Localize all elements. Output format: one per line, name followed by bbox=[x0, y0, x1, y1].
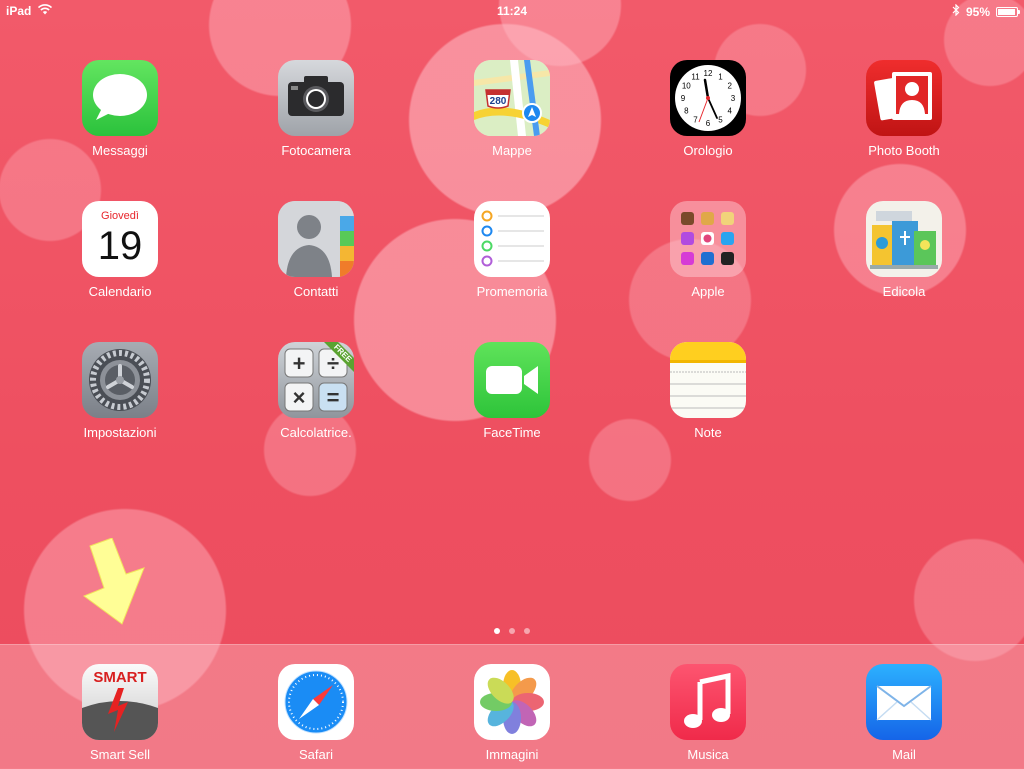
clock-number: 5 bbox=[718, 116, 723, 125]
app-calendario[interactable]: Giovedì 19 Calendario bbox=[60, 201, 180, 299]
smart-sell-icon: SMART bbox=[82, 664, 158, 740]
clock-number: 2 bbox=[727, 82, 732, 91]
app-orologio[interactable]: 12 1 2 3 4 5 6 7 8 9 10 11 Orologio bbox=[648, 60, 768, 158]
page-dot[interactable] bbox=[494, 628, 500, 634]
mail-envelope-icon bbox=[866, 664, 942, 740]
app-label: Mappe bbox=[492, 143, 532, 158]
app-label: Impostazioni bbox=[83, 425, 157, 440]
clock-number: 6 bbox=[706, 119, 711, 128]
app-label: Calendario bbox=[88, 284, 152, 299]
app-edicola[interactable]: Edicola bbox=[844, 201, 964, 299]
status-bar: iPad 11:24 95% bbox=[0, 0, 1024, 20]
camera-icon bbox=[278, 60, 354, 136]
messages-icon bbox=[82, 60, 158, 136]
maps-route-label: 280 bbox=[490, 96, 507, 107]
app-label: Messaggi bbox=[92, 143, 148, 158]
arrow-down-left-icon bbox=[82, 537, 154, 633]
app-label: Orologio bbox=[683, 143, 733, 158]
clock-number: 3 bbox=[731, 94, 736, 103]
page-dot[interactable] bbox=[524, 628, 530, 634]
clock-number: 4 bbox=[727, 107, 732, 116]
calendar-day-number: 19 bbox=[97, 224, 143, 268]
app-musica[interactable]: Musica bbox=[648, 664, 768, 762]
clock-icon: 12 1 2 3 4 5 6 7 8 9 10 11 bbox=[670, 60, 746, 136]
maps-icon: 280 bbox=[474, 60, 550, 136]
photo-booth-icon bbox=[866, 60, 942, 136]
clock-number: 10 bbox=[682, 82, 691, 91]
safari-compass-icon bbox=[278, 664, 354, 740]
clock-number: 12 bbox=[704, 69, 713, 78]
app-mail[interactable]: Mail bbox=[844, 664, 964, 762]
music-note-icon bbox=[670, 664, 746, 740]
svg-text:=: = bbox=[327, 385, 340, 410]
reminders-icon bbox=[474, 201, 550, 277]
settings-gear-icon bbox=[82, 342, 158, 418]
app-impostazioni[interactable]: Impostazioni bbox=[60, 342, 180, 440]
battery-fill bbox=[998, 8, 1015, 15]
app-smart-sell[interactable]: SMART Smart Sell bbox=[60, 664, 180, 762]
app-label: Safari bbox=[299, 747, 333, 762]
svg-text:×: × bbox=[293, 385, 306, 410]
clock-number: 11 bbox=[691, 72, 700, 81]
app-photo-booth[interactable]: Photo Booth bbox=[844, 60, 964, 158]
app-immagini[interactable]: Immagini bbox=[452, 664, 572, 762]
page-dot[interactable] bbox=[509, 628, 515, 634]
app-contatti[interactable]: Contatti bbox=[256, 201, 376, 299]
app-label: Contatti bbox=[293, 284, 339, 299]
bluetooth-icon bbox=[952, 3, 960, 19]
app-calcolatrice[interactable]: + ÷ × = FREE Calcolatrice. bbox=[256, 342, 376, 440]
contacts-icon bbox=[278, 201, 354, 277]
app-fotocamera[interactable]: Fotocamera bbox=[256, 60, 376, 158]
calendar-day-name: Giovedì bbox=[101, 210, 139, 222]
app-label: FaceTime bbox=[483, 425, 541, 440]
photos-icon bbox=[474, 664, 550, 740]
notes-icon bbox=[670, 342, 746, 418]
app-safari[interactable]: Safari bbox=[256, 664, 376, 762]
app-mappe[interactable]: 280 Mappe bbox=[452, 60, 572, 158]
folder-icon bbox=[670, 201, 746, 277]
app-label: Immagini bbox=[485, 747, 539, 762]
app-label: Note bbox=[694, 425, 722, 440]
page-indicator[interactable] bbox=[0, 628, 1024, 634]
clock-time: 11:24 bbox=[496, 4, 528, 18]
app-label: Edicola bbox=[882, 284, 926, 299]
app-label: Smart Sell bbox=[90, 747, 150, 762]
clock-number: 7 bbox=[693, 116, 698, 125]
app-facetime[interactable]: FaceTime bbox=[452, 342, 572, 440]
newsstand-icon bbox=[866, 201, 942, 277]
app-label: Apple bbox=[691, 284, 725, 299]
app-messaggi[interactable]: Messaggi bbox=[60, 60, 180, 158]
clock-number: 8 bbox=[684, 107, 689, 116]
smart-sell-logo-text: SMART bbox=[93, 669, 146, 686]
facetime-icon bbox=[474, 342, 550, 418]
clock-number: 1 bbox=[718, 72, 723, 81]
calendar-icon: Giovedì 19 bbox=[82, 201, 158, 277]
app-apple-folder[interactable]: Apple bbox=[648, 201, 768, 299]
app-label: Fotocamera bbox=[281, 143, 351, 158]
app-label: Photo Booth bbox=[868, 143, 940, 158]
app-promemoria[interactable]: Promemoria bbox=[452, 201, 572, 299]
battery-icon bbox=[996, 6, 1020, 17]
calculator-icon: + ÷ × = FREE bbox=[278, 342, 354, 418]
app-label: Mail bbox=[892, 747, 916, 762]
battery-percentage: 95% bbox=[965, 4, 990, 19]
app-note[interactable]: Note bbox=[648, 342, 768, 440]
svg-text:+: + bbox=[293, 351, 306, 376]
app-label: Promemoria bbox=[476, 284, 548, 299]
app-label: Calcolatrice. bbox=[280, 425, 352, 440]
clock-number: 9 bbox=[681, 94, 686, 103]
app-label: Musica bbox=[687, 747, 729, 762]
